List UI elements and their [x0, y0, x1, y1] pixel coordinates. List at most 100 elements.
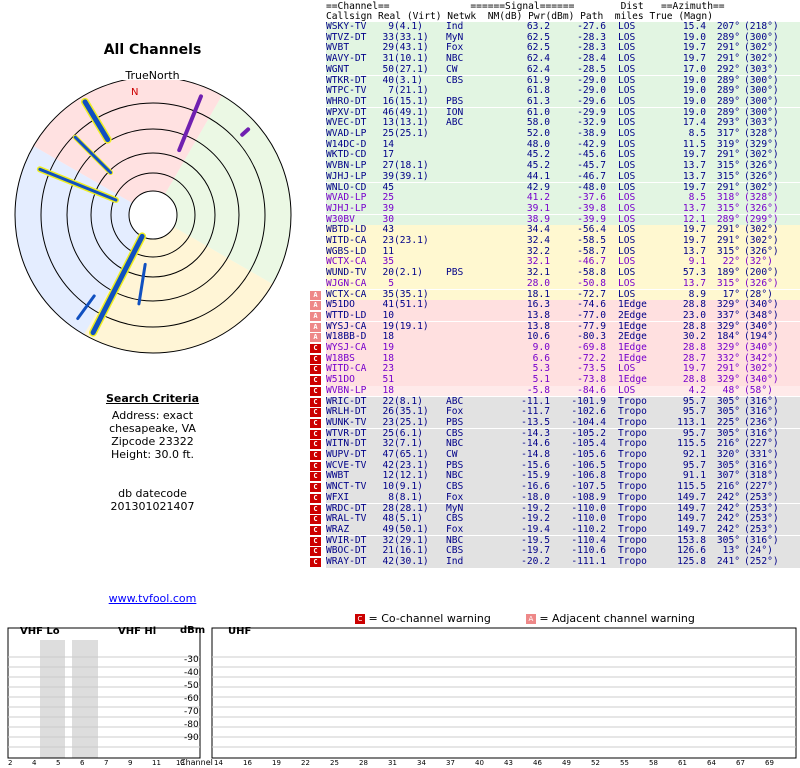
svg-text:14: 14 — [214, 759, 223, 767]
db-label: db datecode — [118, 487, 187, 500]
left-panel: All Channels TrueNorth N Search Criteria… — [0, 0, 305, 610]
table-row[interactable]: WJGN-CA 5 28.0 -50.8 LOS 13.7 315° (326°) — [326, 277, 800, 290]
table-row[interactable]: WVBN-LP 18 -5.8 -84.6 LOS 4.2 48° (58°) — [326, 384, 800, 397]
table-row[interactable]: WVAD-LP 25 (25.1) 52.0 -38.9 LOS 8.5 317° (328°) — [326, 128, 800, 140]
cell-nm: 28.0 — [526, 277, 550, 289]
cell-t: 241° — [716, 556, 740, 567]
adjacent-warning-icon: A — [310, 301, 321, 311]
cell-r: 9 — [388, 21, 394, 32]
table-row[interactable]: WJHJ-LP 39 (39.1) 44.1 -46.7 LOS 13.7 315° (326°… — [326, 170, 800, 183]
cell-t: 315° — [716, 202, 740, 214]
db-date: db datecode 201301021407 — [0, 487, 305, 513]
svg-text:VHF Lo: VHF Lo — [20, 626, 60, 637]
cell-d: 4.2 — [688, 384, 706, 396]
svg-text:55: 55 — [620, 759, 629, 767]
cell-r: 50 — [382, 63, 394, 75]
table-row[interactable]: WITD-CA 23 (23.1) 32.4 -58.5 LOS 19.7 291° (302°… — [326, 235, 800, 247]
cell-t: 242° — [716, 491, 740, 503]
table-row[interactable]: WRAY-DT 42 (30.1) Ind -20.2 -111.1 Tropo 125.8 2… — [326, 556, 800, 568]
cell-d: 13.7 — [682, 202, 706, 214]
cell-d: 8.5 — [688, 128, 706, 139]
cell-t: 225° — [716, 416, 740, 428]
svg-text:43: 43 — [504, 759, 513, 767]
adjacent-warning-icon: A — [310, 311, 321, 321]
cell-n: ABC — [446, 117, 464, 129]
cell-n: CW — [446, 449, 458, 460]
cell-m: (253°) — [744, 523, 779, 535]
cell-p: -50.8 — [577, 277, 606, 289]
cell-nm: 44.1 — [526, 170, 550, 182]
svg-text:5: 5 — [56, 759, 60, 767]
cell-m: (252°) — [744, 556, 779, 567]
cell-d: 19.7 — [682, 235, 706, 246]
table-header-2: Callsign Real (Virt) Netwk NM(dB) Pwr(dB… — [326, 11, 713, 22]
cell-path: Tropo — [618, 556, 647, 567]
city-text: chesapeake, VA — [109, 422, 196, 435]
cell-path: Tropo — [618, 416, 647, 428]
svg-text:VHF Hi: VHF Hi — [118, 626, 156, 637]
table-row[interactable]: WRAZ 49 (50.1) Fox -19.4 -110.2 Tropo 149.7 242°… — [326, 523, 800, 536]
co-channel-warning-icon: C — [310, 461, 321, 471]
adjacent-warning-icon: A — [310, 333, 321, 343]
cell-nm: -5.8 — [526, 384, 550, 396]
cell-m: (331°) — [744, 449, 779, 460]
svg-text:31: 31 — [388, 759, 397, 767]
cell-p: -104.4 — [571, 416, 606, 428]
cell-d: 92.1 — [682, 449, 706, 460]
cell-path: Tropo — [618, 449, 647, 460]
address-text: Address: exact — [111, 409, 194, 422]
table-row[interactable]: WHRO-DT 16 (15.1) PBS 61.3 -29.6 LOS 19.0 289° (3… — [326, 95, 800, 108]
table-row[interactable]: WUNK-TV 23 (25.1) PBS -13.5 -104.4 Tropo 113.1 2… — [326, 416, 800, 429]
table-row[interactable]: WUPV-DT 47 (65.1) CW -14.8 -105.6 Tropo 92.1 320… — [326, 449, 800, 461]
table-row[interactable]: WFXI 8 (8.1) Fox -18.0 -108.9 Tropo 149.7 242° (2… — [326, 491, 800, 504]
cell-v: (19.1) — [394, 320, 429, 332]
cell-m: (303°) — [744, 63, 779, 75]
table-row[interactable]: WSKY-TV 9 (4.1) Ind 63.2 -27.6 LOS 15.4 207° (218… — [326, 21, 800, 33]
zip-text: Zipcode 23322 — [111, 435, 194, 448]
cell-t: 317° — [716, 128, 740, 139]
cell-c: WRAZ — [326, 523, 350, 535]
table-row[interactable]: WTTD-LD 10 13.8 -77.0 2Edge 23.0 337° (348°) — [326, 310, 800, 322]
cell-v: (15.1) — [394, 95, 429, 107]
table-row[interactable]: WYSJ-CA 19 9.0 -69.8 1Edge 28.8 329° (340°) — [326, 342, 800, 354]
cell-p: -111.1 — [571, 556, 606, 567]
table-row[interactable]: WJHJ-LP 39 39.1 -39.8 LOS 13.7 315° (326°) — [326, 202, 800, 215]
cell-c: WITD-CA — [326, 235, 367, 246]
co-channel-warning-icon: C — [310, 354, 321, 364]
cell-path: Tropo — [618, 491, 647, 503]
cell-path: 1Edge — [618, 342, 647, 353]
cell-nm: -20.2 — [521, 556, 550, 567]
svg-text:69: 69 — [765, 759, 774, 767]
svg-text:9: 9 — [128, 759, 132, 767]
cell-r: 47 — [382, 449, 394, 460]
svg-text:-70: -70 — [184, 707, 199, 717]
svg-text:-40: -40 — [184, 668, 199, 678]
co-channel-warning-icon: C — [310, 525, 321, 535]
cell-t: 242° — [716, 523, 740, 535]
cell-n: PBS — [446, 416, 464, 428]
cell-n: Ind — [446, 556, 464, 567]
cell-path: Tropo — [618, 523, 647, 535]
cell-c: WVAD-LP — [326, 128, 367, 139]
co-channel-warning-icon: C — [310, 515, 321, 525]
cell-nm: 39.1 — [526, 202, 550, 214]
cell-d: 113.1 — [677, 416, 706, 428]
cell-d: 125.8 — [677, 556, 706, 567]
cell-m: (326°) — [744, 277, 779, 289]
cell-c: WVBN-LP — [326, 384, 367, 396]
cell-nm: 32.4 — [526, 235, 550, 246]
table-row[interactable]: WGNT 50 (27.1) CW 62.4 -28.5 LOS 17.0 292° (303°) — [326, 63, 800, 76]
svg-text:-60: -60 — [184, 694, 199, 704]
cell-v: (27.1) — [394, 63, 429, 75]
svg-text:13: 13 — [176, 759, 185, 767]
cell-path: LOS — [618, 95, 636, 107]
site-link[interactable]: www.tvfool.com — [0, 592, 305, 605]
north-marker: N — [131, 87, 138, 98]
cell-m: (218°) — [744, 21, 779, 32]
cell-d: 15.4 — [682, 21, 706, 32]
cell-path: LOS — [618, 235, 636, 246]
cell-n: Ind — [446, 21, 464, 32]
cell-p: -46.7 — [577, 170, 606, 182]
svg-text:58: 58 — [649, 759, 658, 767]
cell-n: CBS — [446, 74, 464, 86]
